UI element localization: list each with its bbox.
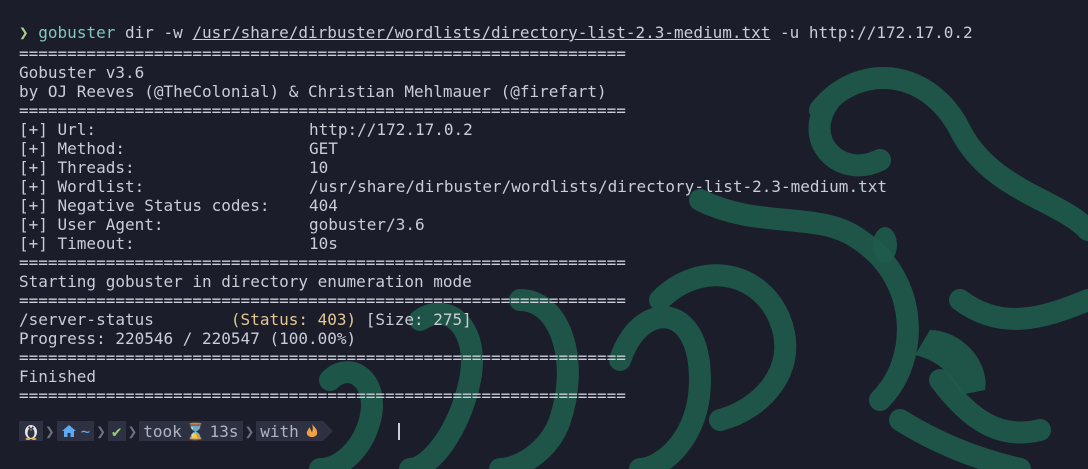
prompt-segment-status: ✔ [107,421,126,441]
home-icon [61,425,76,437]
banner-title: Gobuster v3.6 [19,63,145,82]
result-size: [Size: 275] [356,310,472,329]
prompt-segment-with: with [256,421,323,441]
config-row: [+] Threads: 10 [19,158,973,177]
config-value: GET [309,139,338,158]
chevron-right-icon: ❯ [96,421,106,441]
separator-line: ========================================… [19,44,626,63]
fire-icon [306,424,317,437]
result-path: /server-status [19,310,231,329]
terminal-output: ❯ gobuster dir -w /usr/share/dirbuster/w… [19,22,973,405]
banner-authors: by OJ Reeves (@TheColonial) & Christian … [19,82,607,101]
linux-penguin-icon [25,425,37,440]
prompt-segment-duration: took ⌛ 13s [139,421,243,441]
chevron-right-icon: ❯ [45,421,55,441]
command-url-arg: -u http://172.17.0.2 [770,23,973,42]
chevron-right-icon: ❯ [127,421,138,441]
home-dir-symbol: ~ [80,421,91,441]
command-line: ❯ gobuster dir -w /usr/share/dirbuster/w… [19,22,973,44]
checkmark-icon: ✔ [111,421,122,441]
config-value: 10 [309,158,329,177]
finished-line: Finished [19,367,97,386]
config-key: [+] User Agent: [19,215,164,234]
config-value: 10s [309,234,338,253]
prompt-arrow-icon: ❯ [19,23,29,42]
config-key: [+] Method: [19,139,125,158]
prompt-end-arrow [322,421,333,441]
separator-line: ========================================… [19,253,626,272]
prompt-segment-dir: ~ [56,421,95,441]
progress-line: Progress: 220546 / 220547 (100.00%) [19,329,357,348]
config-key: [+] Url: [19,120,97,139]
config-key: [+] Negative Status codes: [19,196,270,215]
config-value: gobuster/3.6 [309,215,425,234]
separator-line: ========================================… [19,348,626,367]
config-key: [+] Wordlist: [19,177,145,196]
separator-line: ========================================… [19,101,626,120]
with-label: with [260,421,299,441]
config-key: [+] Threads: [19,158,135,177]
config-row: [+] Wordlist: /usr/share/dirbuster/wordli… [19,177,973,196]
separator-line: ========================================… [19,386,626,405]
config-row: [+] Timeout: 10s [19,234,973,253]
mode-message: Starting gobuster in directory enumerati… [19,272,472,291]
config-row: [+] Method: GET [19,139,973,158]
prompt-bar: ❯ ~ ❯ ✔ ❯ took ⌛ 13s ❯ with [19,421,333,441]
config-row: [+] Url: http://172.17.0.2 [19,120,973,139]
config-value: 404 [309,196,338,215]
config-key: [+] Timeout: [19,234,135,253]
command-args: dir -w [115,23,193,42]
command-wordlist-path[interactable]: /usr/share/dirbuster/wordlists/directory… [192,23,770,42]
chevron-right-icon: ❯ [244,421,255,441]
config-row: [+] Negative Status codes: 404 [19,196,973,215]
result-status: (Status: 403) [230,310,357,329]
hourglass-icon: ⌛ [185,421,206,441]
prompt-segment-os [19,421,43,441]
command-program: gobuster [38,23,116,42]
config-value: /usr/share/dirbuster/wordlists/directory… [309,177,887,196]
duration-value: 13s [209,421,239,441]
config-value: http://172.17.0.2 [309,120,473,139]
took-label: took [143,421,182,441]
result-row: /server-status (Status: 403) [Size: 275] [19,310,973,329]
separator-line: ========================================… [19,291,626,310]
config-row: [+] User Agent: gobuster/3.6 [19,215,973,234]
text-cursor[interactable] [398,423,400,440]
